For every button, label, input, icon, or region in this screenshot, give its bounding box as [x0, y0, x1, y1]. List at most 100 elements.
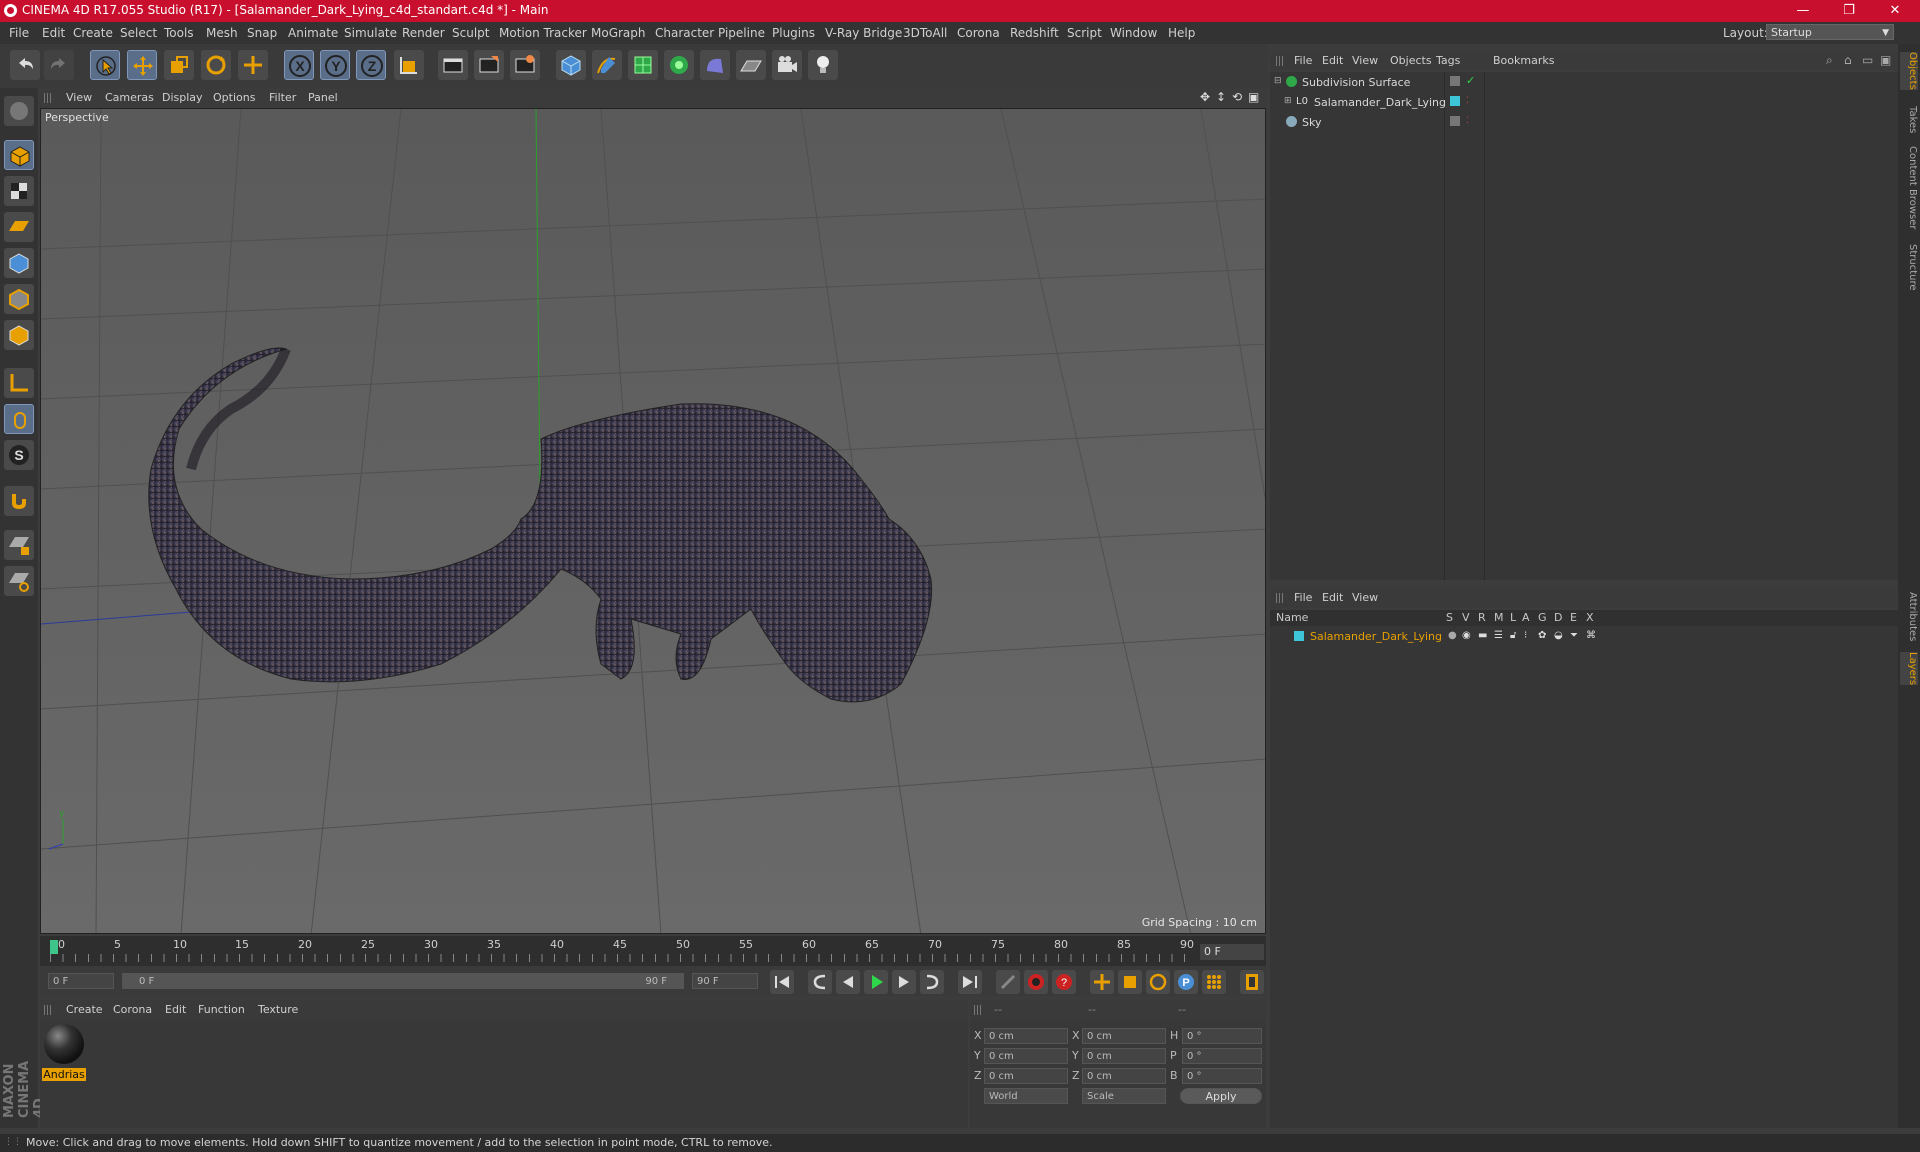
model-mode-button[interactable] [4, 140, 34, 170]
object-menu-bookmarks[interactable]: Bookmarks [1493, 54, 1554, 67]
tab-takes[interactable]: Takes [1900, 106, 1918, 133]
key-position-button[interactable] [1090, 970, 1114, 994]
object-row[interactable]: Sky ⁚ [1270, 114, 1898, 134]
rotation-p-field[interactable]: 0 ° [1182, 1048, 1262, 1064]
menu-animate[interactable]: Animate [288, 26, 338, 40]
edges-mode-button[interactable] [4, 284, 34, 314]
layer-col-expressions[interactable]: E [1570, 611, 1577, 624]
size-z-field[interactable]: 0 cm [1082, 1068, 1166, 1084]
object-menu-edit[interactable]: Edit [1322, 54, 1343, 67]
layer-menu-edit[interactable]: Edit [1322, 591, 1343, 604]
cube-primitive-button[interactable] [556, 50, 586, 80]
magnet-button[interactable] [4, 486, 34, 516]
lock-icon[interactable]: 🔓︎ [1510, 630, 1516, 641]
timeline-window-button[interactable] [1240, 970, 1264, 994]
make-editable-button[interactable] [4, 96, 34, 126]
material-menu-texture[interactable]: Texture [258, 1003, 298, 1016]
floor-button[interactable] [736, 50, 766, 80]
texture-mode-button[interactable] [4, 176, 34, 206]
tweak-mode-button[interactable] [4, 404, 34, 434]
viewport-rotate-icon[interactable]: ⟲ [1232, 90, 1242, 104]
position-z-field[interactable]: 0 cm [984, 1068, 1068, 1084]
end-frame-field[interactable]: 90 F [692, 973, 758, 989]
previous-keyframe-button[interactable] [808, 970, 832, 994]
menu-render[interactable]: Render [402, 26, 445, 40]
3d-viewport[interactable]: y Perspective Grid Spacing : 10 cm [40, 108, 1266, 934]
menu-redshift[interactable]: Redshift [1010, 26, 1059, 40]
solo-dot-icon[interactable]: ● [1448, 630, 1457, 641]
viewport-menu-options[interactable]: Options [213, 91, 255, 104]
new-window-icon[interactable]: ▭ [1862, 53, 1873, 67]
menu-character[interactable]: Character [655, 26, 714, 40]
render-settings-button[interactable] [510, 50, 540, 80]
key-rotation-button[interactable] [1146, 970, 1170, 994]
size-y-field[interactable]: 0 cm [1082, 1048, 1166, 1064]
menu-pipeline[interactable]: Pipeline [718, 26, 765, 40]
object-row[interactable]: ⊞ L0 Salamander_Dark_Lying ⁚ [1270, 94, 1898, 114]
viewport-maximize-icon[interactable]: ▣ [1248, 90, 1259, 104]
viewport-menu-display[interactable]: Display [162, 91, 203, 104]
material-menu-edit[interactable]: Edit [165, 1003, 186, 1016]
playhead-marker[interactable] [50, 940, 58, 954]
layer-col-render[interactable]: R [1478, 611, 1486, 624]
polygons-mode-button[interactable] [4, 320, 34, 350]
layer-col-deformers[interactable]: D [1554, 611, 1562, 624]
menu-script[interactable]: Script [1067, 26, 1102, 40]
menu-vray-bridge[interactable]: V-Ray Bridge [825, 26, 902, 40]
size-x-field[interactable]: 0 cm [1082, 1028, 1166, 1044]
minimize-button[interactable]: — [1780, 0, 1826, 22]
autokey-button[interactable]: ? [1052, 970, 1076, 994]
rotate-tool-button[interactable] [201, 50, 231, 80]
apply-button[interactable]: Apply [1180, 1088, 1262, 1104]
axis-mode-button[interactable] [4, 368, 34, 398]
layer-col-view[interactable]: V [1462, 611, 1470, 624]
material-menu-corona[interactable]: Corona [113, 1003, 152, 1016]
layer-name[interactable]: Salamander_Dark_Lying [1310, 630, 1442, 643]
redo-button[interactable] [44, 50, 74, 80]
eye-icon[interactable]: ◉ [1462, 630, 1471, 641]
layer-tag-icon[interactable] [1450, 116, 1460, 126]
tab-content-browser[interactable]: Content Browser [1900, 146, 1918, 229]
checkmark-icon[interactable]: ✓ [1466, 74, 1475, 87]
layer-color-icon[interactable] [1450, 96, 1460, 106]
move-tool-button[interactable] [127, 50, 157, 80]
menu-snap[interactable]: Snap [247, 26, 277, 40]
material-swatch[interactable]: Andrias [40, 1020, 88, 1086]
go-to-end-button[interactable] [958, 970, 982, 994]
render-clapper-icon[interactable]: ▬ [1478, 630, 1487, 641]
layer-color-swatch[interactable] [1294, 631, 1304, 641]
menu-window[interactable]: Window [1110, 26, 1157, 40]
y-axis-button[interactable]: Y [320, 50, 350, 80]
timeline-ruler[interactable]: 0 5 10 15 20 25 30 35 40 45 50 55 60 65 … [40, 936, 1266, 966]
select-tool-button[interactable] [90, 50, 120, 80]
rotation-b-field[interactable]: 0 ° [1182, 1068, 1262, 1084]
menu-motion-tracker[interactable]: Motion Tracker [499, 26, 587, 40]
menu-edit[interactable]: Edit [42, 26, 65, 40]
lock-workplane-button[interactable] [4, 530, 34, 560]
motion-path-button[interactable] [996, 970, 1020, 994]
animation-icon[interactable]: ⁝ [1524, 630, 1527, 641]
layer-col-solo[interactable]: S [1446, 611, 1453, 624]
menu-help[interactable]: Help [1168, 26, 1195, 40]
key-parameter-button[interactable]: P [1174, 970, 1198, 994]
menu-mograph[interactable]: MoGraph [591, 26, 646, 40]
viewport-menu-cameras[interactable]: Cameras [105, 91, 154, 104]
tab-layers[interactable]: Layers [1900, 652, 1918, 686]
expand-icon[interactable]: ⊞ [1284, 96, 1292, 106]
menu-create[interactable]: Create [73, 26, 113, 40]
collapse-icon[interactable]: ⊟ [1274, 76, 1282, 86]
render-picture-viewer-button[interactable] [474, 50, 504, 80]
record-keys-button[interactable] [1024, 970, 1048, 994]
viewport-menu-filter[interactable]: Filter [269, 91, 296, 104]
camera-button[interactable] [772, 50, 802, 80]
menu-file[interactable]: File [9, 26, 29, 40]
object-row[interactable]: ⊟ Subdivision Surface ✓ [1270, 74, 1898, 94]
start-frame-field[interactable]: 0 F [48, 973, 114, 989]
move-all-button[interactable] [238, 50, 268, 80]
search-icon[interactable]: ⌕ [1826, 53, 1833, 68]
menu-sculpt[interactable]: Sculpt [452, 26, 489, 40]
layout-dropdown[interactable]: Startup ▼ [1766, 24, 1894, 40]
maximize-button[interactable]: ❐ [1826, 0, 1872, 22]
object-menu-view[interactable]: View [1352, 54, 1378, 67]
object-menu-file[interactable]: File [1294, 54, 1312, 67]
